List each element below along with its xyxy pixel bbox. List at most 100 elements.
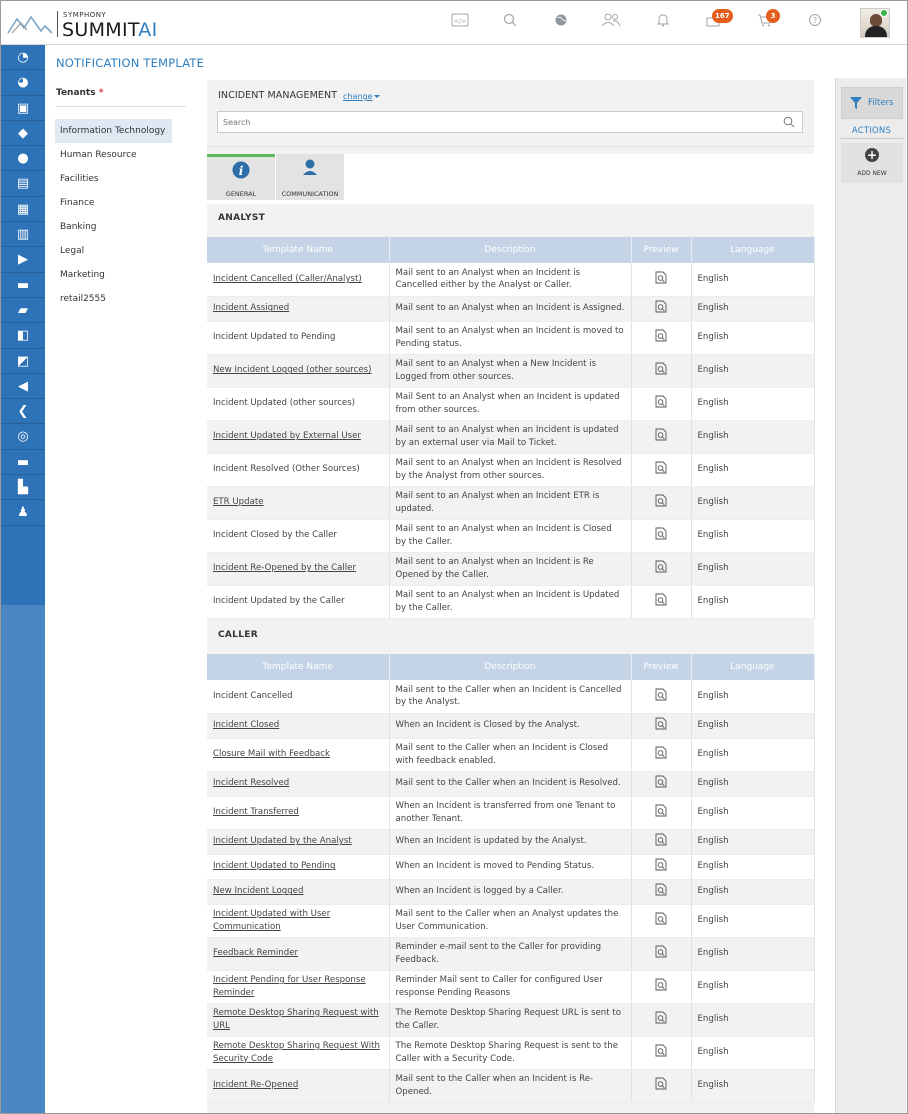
template-name-link[interactable]: Incident Closed by the Caller — [207, 519, 390, 553]
template-description: Mail sent to an Analyst when an Incident… — [389, 321, 632, 355]
sidebar-item-headset[interactable]: ● — [1, 146, 45, 172]
preview-icon[interactable] — [655, 395, 667, 411]
globe-icon[interactable] — [551, 13, 571, 33]
template-name-link[interactable]: Incident Re-Opened — [207, 1069, 390, 1103]
template-name-link[interactable]: Incident Closed — [207, 713, 390, 739]
add-new-button[interactable]: + ADD NEW — [841, 143, 903, 183]
template-name-link[interactable]: Incident Pending for User Response Remin… — [207, 970, 390, 1004]
template-name-link[interactable]: Incident Assigned — [207, 296, 390, 322]
tab-communication[interactable]: COMMUNICATION — [276, 154, 344, 200]
sidebar-item-admin-user[interactable]: ♟ — [1, 500, 45, 526]
preview-icon[interactable] — [655, 858, 667, 874]
tenant-item[interactable]: Human Resource — [55, 143, 185, 167]
sidebar-item-database[interactable]: ▬ — [1, 273, 45, 298]
sidebar-item-tag[interactable]: ◆ — [1, 121, 45, 147]
template-name-link[interactable]: Closure Mail with Feedback — [207, 738, 390, 772]
template-name-link[interactable]: Incident Resolved (Other Sources) — [207, 453, 390, 487]
sidebar-item-briefcase[interactable]: ▬ — [1, 450, 45, 476]
template-name-link[interactable]: Remote Desktop Sharing Request with URL — [207, 1003, 390, 1037]
preview-icon[interactable] — [655, 945, 667, 961]
template-name-link[interactable]: Incident Resolved — [207, 771, 390, 797]
tenant-item[interactable]: Facilities — [55, 167, 185, 191]
tab-general[interactable]: i GENERAL — [207, 154, 275, 200]
column-header: Language — [691, 654, 815, 680]
template-name-link[interactable]: ETR Update — [207, 486, 390, 520]
template-language: English — [691, 713, 815, 739]
cart-icon[interactable]: 3 — [755, 9, 780, 33]
preview-icon[interactable] — [655, 717, 667, 733]
preview-icon[interactable] — [655, 804, 667, 820]
preview-icon[interactable] — [655, 329, 667, 345]
preview-icon[interactable] — [655, 1044, 667, 1060]
template-name-link[interactable]: Remote Desktop Sharing Request With Secu… — [207, 1036, 390, 1070]
preview-icon[interactable] — [655, 1011, 667, 1027]
ticket-icon[interactable]: 167 — [703, 9, 733, 33]
search-input[interactable] — [218, 112, 758, 132]
change-module-link[interactable]: change — [343, 92, 381, 101]
sidebar-item-printer[interactable]: ▰ — [1, 298, 45, 324]
template-name-link[interactable]: Incident Updated (other sources) — [207, 387, 390, 421]
tenant-item[interactable]: Finance — [55, 191, 185, 215]
sidebar-item-report[interactable]: ▙ — [1, 475, 45, 501]
preview-icon[interactable] — [655, 833, 667, 849]
preview-icon[interactable] — [655, 883, 667, 899]
preview-icon[interactable] — [655, 775, 667, 791]
tenant-item[interactable]: Marketing — [55, 263, 185, 287]
sidebar-item-building[interactable]: ▦ — [1, 197, 45, 223]
preview-icon[interactable] — [655, 362, 667, 378]
bell-icon[interactable] — [653, 13, 673, 33]
sidebar-item-gauge[interactable]: ◎ — [1, 424, 45, 450]
preview-icon[interactable] — [655, 271, 667, 287]
template-name-link[interactable]: Feedback Reminder — [207, 937, 390, 971]
sidebar-item-document-arrow[interactable]: ▶ — [1, 247, 45, 273]
preview-icon[interactable] — [655, 593, 667, 609]
sidebar-item-inbox-arrow[interactable]: ◀ — [1, 374, 45, 400]
preview-icon[interactable] — [655, 912, 667, 928]
template-name-link[interactable]: Incident Re-Opened by the Caller — [207, 552, 390, 586]
code-icon[interactable]: </> — [450, 13, 470, 33]
preview-icon[interactable] — [655, 527, 667, 543]
template-name-link[interactable]: Incident Transferred — [207, 796, 390, 830]
preview-icon[interactable] — [655, 428, 667, 444]
preview-icon[interactable] — [655, 461, 667, 477]
help-icon[interactable]: ? — [805, 13, 825, 33]
tenant-item[interactable]: Information Technology — [55, 119, 172, 143]
template-name-link[interactable]: New Incident Logged (other sources) — [207, 354, 390, 388]
preview-icon[interactable] — [655, 1077, 667, 1093]
search-icon[interactable] — [783, 116, 795, 128]
template-name-link[interactable]: Incident Updated by the Analyst — [207, 829, 390, 855]
sidebar-item-edit-doc[interactable]: ▤ — [1, 171, 45, 197]
preview-icon[interactable] — [655, 494, 667, 510]
filters-button[interactable]: Filters — [841, 87, 903, 119]
template-panel: INCIDENT MANAGEMENT change i GENERAL COM… — [207, 80, 815, 1113]
tenant-item[interactable]: Banking — [55, 215, 185, 239]
preview-icon[interactable] — [655, 300, 667, 316]
sidebar-item-monitor[interactable]: ▣ — [1, 96, 45, 121]
preview-icon[interactable] — [655, 978, 667, 994]
sidebar-item-dashboard[interactable]: ◔ — [1, 45, 45, 71]
sidebar-item-user-doc[interactable]: ◩ — [1, 349, 45, 374]
template-name-link[interactable]: Incident Updated to Pending — [207, 854, 390, 880]
tenant-item[interactable]: Legal — [55, 239, 185, 263]
users-icon[interactable] — [601, 13, 621, 33]
template-name-link[interactable]: Incident Updated by the Caller — [207, 585, 390, 619]
template-name-link[interactable]: Incident Updated with User Communication — [207, 904, 390, 938]
template-name-link[interactable]: Incident Updated by External User — [207, 420, 390, 454]
sidebar-item-cart[interactable]: ▥ — [1, 222, 45, 248]
preview-icon[interactable] — [655, 560, 667, 576]
tenant-item[interactable]: retail2555 — [55, 287, 185, 311]
sidebar-item-clipboard[interactable]: ◧ — [1, 323, 45, 349]
preview-icon[interactable] — [655, 688, 667, 704]
sidebar-item-gavel[interactable]: ❮ — [1, 399, 45, 425]
template-name-link[interactable]: Incident Cancelled — [207, 680, 390, 714]
brand-logo[interactable]: SYMPHONY SUMMITAI — [7, 9, 187, 41]
search-icon[interactable] — [500, 13, 520, 33]
template-name-link[interactable]: Incident Cancelled (Caller/Analyst) — [207, 263, 390, 297]
column-header: Description — [389, 654, 632, 680]
preview-icon[interactable] — [655, 746, 667, 762]
chart-pie-icon: ◕ — [17, 75, 29, 91]
sidebar-item-chart-pie[interactable]: ◕ — [1, 70, 45, 96]
template-name-link[interactable]: New Incident Logged — [207, 879, 390, 905]
template-name-link[interactable]: Incident Updated to Pending — [207, 321, 390, 355]
filter-icon — [850, 97, 862, 109]
